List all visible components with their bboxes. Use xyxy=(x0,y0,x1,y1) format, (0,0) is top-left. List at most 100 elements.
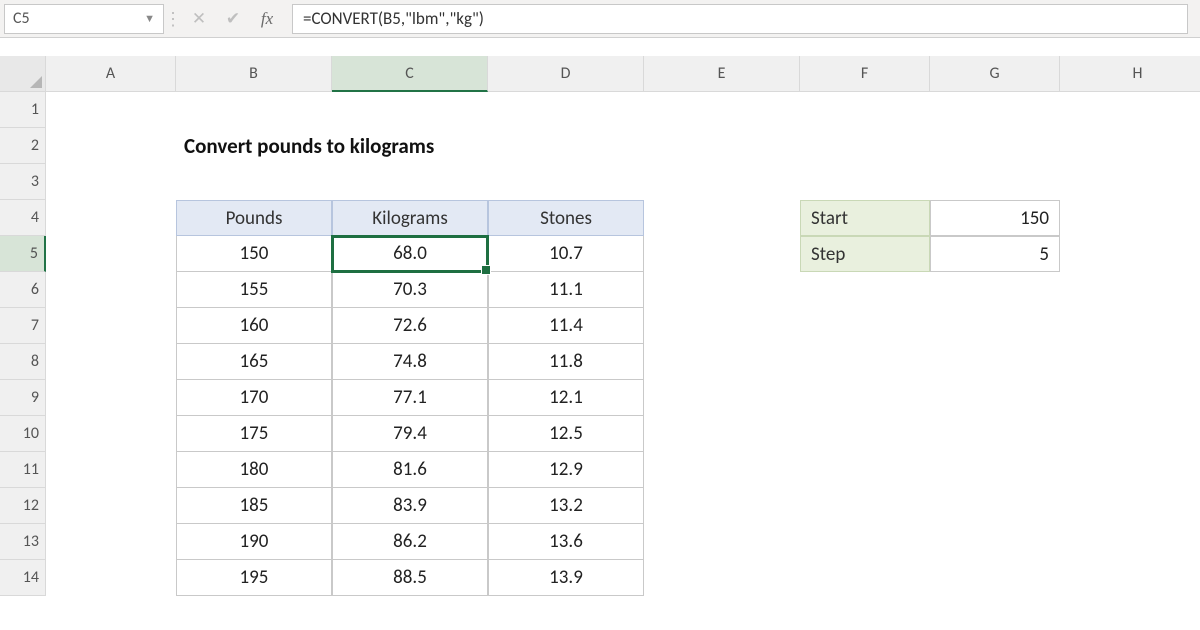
cell-G7[interactable] xyxy=(930,308,1060,344)
cell-G13[interactable] xyxy=(930,524,1060,560)
cell-E1[interactable] xyxy=(644,92,800,128)
cell-C8[interactable]: 74.8 xyxy=(332,344,488,380)
cell-B3[interactable] xyxy=(176,164,332,200)
enter-icon[interactable]: ✔ xyxy=(216,4,250,34)
cell-F10[interactable] xyxy=(800,416,930,452)
cell-D8[interactable]: 11.8 xyxy=(488,344,644,380)
cell-C6[interactable]: 70.3 xyxy=(332,272,488,308)
cell-H14[interactable] xyxy=(1060,560,1200,596)
col-header-A[interactable]: A xyxy=(46,56,176,92)
cell-H8[interactable] xyxy=(1060,344,1200,380)
cell-D9[interactable]: 12.1 xyxy=(488,380,644,416)
cell-B14[interactable]: 195 xyxy=(176,560,332,596)
cell-H4[interactable] xyxy=(1060,200,1200,236)
row-header-1[interactable]: 1 xyxy=(0,92,46,128)
cell-C10[interactable]: 79.4 xyxy=(332,416,488,452)
cell-F8[interactable] xyxy=(800,344,930,380)
cell-H3[interactable] xyxy=(1060,164,1200,200)
cell-G11[interactable] xyxy=(930,452,1060,488)
cell-A3[interactable] xyxy=(46,164,176,200)
select-all-corner[interactable] xyxy=(0,56,46,92)
col-header-F[interactable]: F xyxy=(800,56,930,92)
cell-F3[interactable] xyxy=(800,164,930,200)
cell-D14[interactable]: 13.9 xyxy=(488,560,644,596)
row-header-8[interactable]: 8 xyxy=(0,344,46,380)
cell-G8[interactable] xyxy=(930,344,1060,380)
cell-C13[interactable]: 86.2 xyxy=(332,524,488,560)
cell-F2[interactable] xyxy=(800,128,930,164)
cell-A13[interactable] xyxy=(46,524,176,560)
row-header-5[interactable]: 5 xyxy=(0,236,46,272)
col-header-E[interactable]: E xyxy=(644,56,800,92)
cell-F6[interactable] xyxy=(800,272,930,308)
cell-F13[interactable] xyxy=(800,524,930,560)
cell-B10[interactable]: 175 xyxy=(176,416,332,452)
cell-H7[interactable] xyxy=(1060,308,1200,344)
row-header-4[interactable]: 4 xyxy=(0,200,46,236)
cell-E7[interactable] xyxy=(644,308,800,344)
cell-C12[interactable]: 83.9 xyxy=(332,488,488,524)
cell-G3[interactable] xyxy=(930,164,1060,200)
cell-F11[interactable] xyxy=(800,452,930,488)
cell-D11[interactable]: 12.9 xyxy=(488,452,644,488)
cell-D7[interactable]: 11.4 xyxy=(488,308,644,344)
cell-E6[interactable] xyxy=(644,272,800,308)
cell-A7[interactable] xyxy=(46,308,176,344)
cell-C5[interactable]: 68.0 xyxy=(332,236,488,272)
col-header-D[interactable]: D xyxy=(488,56,644,92)
row-header-7[interactable]: 7 xyxy=(0,308,46,344)
cancel-icon[interactable]: ✕ xyxy=(182,4,216,34)
row-header-6[interactable]: 6 xyxy=(0,272,46,308)
cell-A5[interactable] xyxy=(46,236,176,272)
cell-C3[interactable] xyxy=(332,164,488,200)
cell-H11[interactable] xyxy=(1060,452,1200,488)
cell-H1[interactable] xyxy=(1060,92,1200,128)
row-header-9[interactable]: 9 xyxy=(0,380,46,416)
cell-B7[interactable]: 160 xyxy=(176,308,332,344)
cell-D3[interactable] xyxy=(488,164,644,200)
cell-A10[interactable] xyxy=(46,416,176,452)
cell-H2[interactable] xyxy=(1060,128,1200,164)
cell-A12[interactable] xyxy=(46,488,176,524)
cell-A8[interactable] xyxy=(46,344,176,380)
cell-G2[interactable] xyxy=(930,128,1060,164)
cell-G6[interactable] xyxy=(930,272,1060,308)
col-header-G[interactable]: G xyxy=(930,56,1060,92)
cell-F12[interactable] xyxy=(800,488,930,524)
cell-F1[interactable] xyxy=(800,92,930,128)
col-header-B[interactable]: B xyxy=(176,56,332,92)
start-value[interactable]: 150 xyxy=(930,200,1060,236)
header-pounds[interactable]: Pounds xyxy=(176,200,332,236)
cell-C11[interactable]: 81.6 xyxy=(332,452,488,488)
cell-F7[interactable] xyxy=(800,308,930,344)
row-header-13[interactable]: 13 xyxy=(0,524,46,560)
cell-B8[interactable]: 165 xyxy=(176,344,332,380)
cell-G14[interactable] xyxy=(930,560,1060,596)
cell-B9[interactable]: 170 xyxy=(176,380,332,416)
row-header-14[interactable]: 14 xyxy=(0,560,46,596)
cell-E12[interactable] xyxy=(644,488,800,524)
spreadsheet-grid[interactable]: A B C D E F G H 1 2 Convert pounds to ki… xyxy=(0,56,1200,596)
cell-C14[interactable]: 88.5 xyxy=(332,560,488,596)
row-header-12[interactable]: 12 xyxy=(0,488,46,524)
cell-D13[interactable]: 13.6 xyxy=(488,524,644,560)
cell-A6[interactable] xyxy=(46,272,176,308)
cell-H6[interactable] xyxy=(1060,272,1200,308)
cell-H9[interactable] xyxy=(1060,380,1200,416)
cell-D6[interactable]: 11.1 xyxy=(488,272,644,308)
cell-C7[interactable]: 72.6 xyxy=(332,308,488,344)
col-header-C[interactable]: C xyxy=(332,56,488,92)
cell-B13[interactable]: 190 xyxy=(176,524,332,560)
row-header-11[interactable]: 11 xyxy=(0,452,46,488)
row-header-3[interactable]: 3 xyxy=(0,164,46,200)
cell-B6[interactable]: 155 xyxy=(176,272,332,308)
name-box-dropdown-icon[interactable]: ▼ xyxy=(144,12,155,25)
cell-D12[interactable]: 13.2 xyxy=(488,488,644,524)
cell-E13[interactable] xyxy=(644,524,800,560)
cell-G9[interactable] xyxy=(930,380,1060,416)
cell-E9[interactable] xyxy=(644,380,800,416)
cell-E14[interactable] xyxy=(644,560,800,596)
cell-F14[interactable] xyxy=(800,560,930,596)
cell-B11[interactable]: 180 xyxy=(176,452,332,488)
cell-B5[interactable]: 150 xyxy=(176,236,332,272)
